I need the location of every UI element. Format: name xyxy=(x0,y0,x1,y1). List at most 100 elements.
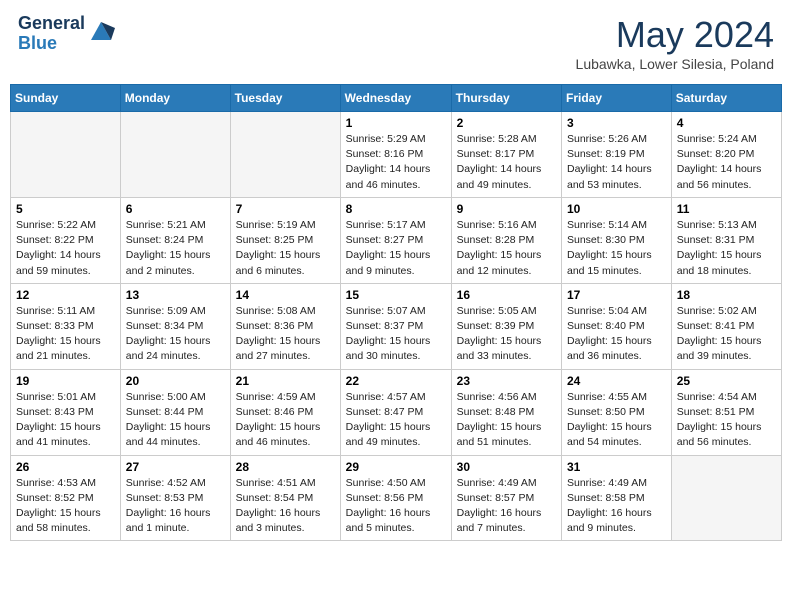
calendar-cell: 5 Sunrise: 5:22 AM Sunset: 8:22 PM Daylig… xyxy=(11,197,121,283)
day-info: Sunrise: 4:55 AM Sunset: 8:50 PM Dayligh… xyxy=(567,390,666,451)
day-info: Sunrise: 5:01 AM Sunset: 8:43 PM Dayligh… xyxy=(16,390,115,451)
day-info: Sunrise: 4:53 AM Sunset: 8:52 PM Dayligh… xyxy=(16,476,115,537)
calendar-cell: 6Sunrise: 5:21 AM Sunset: 8:24 PM Daylig… xyxy=(120,197,230,283)
day-number: 11 xyxy=(677,202,776,216)
calendar-cell xyxy=(11,112,121,198)
calendar-cell xyxy=(230,112,340,198)
day-info: Sunrise: 5:14 AM Sunset: 8:30 PM Dayligh… xyxy=(567,218,666,279)
day-number: 14 xyxy=(236,288,335,302)
calendar-cell: 30 Sunrise: 4:49 AM Sunset: 8:57 PM Dayli… xyxy=(451,455,561,541)
day-info: Sunrise: 4:49 AM Sunset: 8:57 PM Dayligh… xyxy=(457,476,556,537)
calendar-cell: 12 Sunrise: 5:11 AM Sunset: 8:33 PM Dayli… xyxy=(11,283,121,369)
calendar-cell: 3Sunrise: 5:26 AM Sunset: 8:19 PM Daylig… xyxy=(562,112,672,198)
day-number: 19 xyxy=(16,374,115,388)
day-info: Sunrise: 5:09 AM Sunset: 8:34 PM Dayligh… xyxy=(126,304,225,365)
page: General Blue May 2024 Lubawka, Lower Sil… xyxy=(0,0,792,551)
calendar-cell: 1Sunrise: 5:29 AM Sunset: 8:16 PM Daylig… xyxy=(340,112,451,198)
day-info: Sunrise: 5:19 AM Sunset: 8:25 PM Dayligh… xyxy=(236,218,335,279)
day-info: Sunrise: 4:54 AM Sunset: 8:51 PM Dayligh… xyxy=(677,390,776,451)
day-info: Sunrise: 5:05 AM Sunset: 8:39 PM Dayligh… xyxy=(457,304,556,365)
day-number: 30 xyxy=(457,460,556,474)
logo-general: General xyxy=(18,14,85,34)
day-info: Sunrise: 4:56 AM Sunset: 8:48 PM Dayligh… xyxy=(457,390,556,451)
logo-icon xyxy=(87,18,115,46)
day-number: 2 xyxy=(457,116,556,130)
day-info: Sunrise: 5:00 AM Sunset: 8:44 PM Dayligh… xyxy=(126,390,225,451)
calendar-cell: 11 Sunrise: 5:13 AM Sunset: 8:31 PM Dayli… xyxy=(671,197,781,283)
day-number: 18 xyxy=(677,288,776,302)
calendar-cell: 9Sunrise: 5:16 AM Sunset: 8:28 PM Daylig… xyxy=(451,197,561,283)
calendar-week-row: 1Sunrise: 5:29 AM Sunset: 8:16 PM Daylig… xyxy=(11,112,782,198)
calendar-week-row: 12 Sunrise: 5:11 AM Sunset: 8:33 PM Dayli… xyxy=(11,283,782,369)
calendar-cell: 8 Sunrise: 5:17 AM Sunset: 8:27 PM Daylig… xyxy=(340,197,451,283)
calendar-cell: 20 Sunrise: 5:00 AM Sunset: 8:44 PM Dayli… xyxy=(120,369,230,455)
calendar-cell xyxy=(671,455,781,541)
day-info: Sunrise: 5:22 AM Sunset: 8:22 PM Dayligh… xyxy=(16,218,115,279)
day-info: Sunrise: 5:02 AM Sunset: 8:41 PM Dayligh… xyxy=(677,304,776,365)
day-number: 5 xyxy=(16,202,115,216)
day-number: 15 xyxy=(346,288,446,302)
day-number: 23 xyxy=(457,374,556,388)
day-number: 8 xyxy=(346,202,446,216)
weekday-header: Tuesday xyxy=(230,85,340,112)
day-info: Sunrise: 4:59 AM Sunset: 8:46 PM Dayligh… xyxy=(236,390,335,451)
day-number: 28 xyxy=(236,460,335,474)
day-info: Sunrise: 4:50 AM Sunset: 8:56 PM Dayligh… xyxy=(346,476,446,537)
calendar-table: SundayMondayTuesdayWednesdayThursdayFrid… xyxy=(10,84,782,541)
calendar-cell: 15Sunrise: 5:07 AM Sunset: 8:37 PM Dayli… xyxy=(340,283,451,369)
day-number: 26 xyxy=(16,460,115,474)
calendar-cell: 7Sunrise: 5:19 AM Sunset: 8:25 PM Daylig… xyxy=(230,197,340,283)
day-number: 6 xyxy=(126,202,225,216)
day-number: 21 xyxy=(236,374,335,388)
calendar-cell: 17 Sunrise: 5:04 AM Sunset: 8:40 PM Dayli… xyxy=(562,283,672,369)
calendar-cell: 28 Sunrise: 4:51 AM Sunset: 8:54 PM Dayli… xyxy=(230,455,340,541)
calendar-cell: 19 Sunrise: 5:01 AM Sunset: 8:43 PM Dayli… xyxy=(11,369,121,455)
calendar-cell: 2 Sunrise: 5:28 AM Sunset: 8:17 PM Daylig… xyxy=(451,112,561,198)
day-number: 16 xyxy=(457,288,556,302)
day-info: Sunrise: 5:24 AM Sunset: 8:20 PM Dayligh… xyxy=(677,132,776,193)
day-number: 3 xyxy=(567,116,666,130)
calendar-cell: 27Sunrise: 4:52 AM Sunset: 8:53 PM Dayli… xyxy=(120,455,230,541)
day-number: 25 xyxy=(677,374,776,388)
weekday-header: Thursday xyxy=(451,85,561,112)
day-info: Sunrise: 5:11 AM Sunset: 8:33 PM Dayligh… xyxy=(16,304,115,365)
day-info: Sunrise: 5:13 AM Sunset: 8:31 PM Dayligh… xyxy=(677,218,776,279)
day-number: 27 xyxy=(126,460,225,474)
calendar-cell: 24 Sunrise: 4:55 AM Sunset: 8:50 PM Dayli… xyxy=(562,369,672,455)
weekday-header-row: SundayMondayTuesdayWednesdayThursdayFrid… xyxy=(11,85,782,112)
day-number: 4 xyxy=(677,116,776,130)
logo: General Blue xyxy=(18,14,115,54)
day-info: Sunrise: 4:51 AM Sunset: 8:54 PM Dayligh… xyxy=(236,476,335,537)
day-info: Sunrise: 5:29 AM Sunset: 8:16 PM Dayligh… xyxy=(346,132,446,193)
calendar-cell: 21 Sunrise: 4:59 AM Sunset: 8:46 PM Dayli… xyxy=(230,369,340,455)
calendar-cell: 4 Sunrise: 5:24 AM Sunset: 8:20 PM Daylig… xyxy=(671,112,781,198)
calendar-week-row: 26 Sunrise: 4:53 AM Sunset: 8:52 PM Dayli… xyxy=(11,455,782,541)
calendar-cell: 22 Sunrise: 4:57 AM Sunset: 8:47 PM Dayli… xyxy=(340,369,451,455)
month-title: May 2024 xyxy=(576,14,774,56)
day-number: 20 xyxy=(126,374,225,388)
logo-blue: Blue xyxy=(18,34,85,54)
day-info: Sunrise: 4:49 AM Sunset: 8:58 PM Dayligh… xyxy=(567,476,666,537)
day-number: 31 xyxy=(567,460,666,474)
day-number: 12 xyxy=(16,288,115,302)
calendar-cell: 14 Sunrise: 5:08 AM Sunset: 8:36 PM Dayli… xyxy=(230,283,340,369)
logo-text: General Blue xyxy=(18,14,85,54)
day-number: 24 xyxy=(567,374,666,388)
weekday-header: Sunday xyxy=(11,85,121,112)
day-info: Sunrise: 5:04 AM Sunset: 8:40 PM Dayligh… xyxy=(567,304,666,365)
day-info: Sunrise: 4:57 AM Sunset: 8:47 PM Dayligh… xyxy=(346,390,446,451)
day-number: 22 xyxy=(346,374,446,388)
calendar-cell: 18 Sunrise: 5:02 AM Sunset: 8:41 PM Dayli… xyxy=(671,283,781,369)
weekday-header: Friday xyxy=(562,85,672,112)
calendar-cell: 23 Sunrise: 4:56 AM Sunset: 8:48 PM Dayli… xyxy=(451,369,561,455)
weekday-header: Monday xyxy=(120,85,230,112)
calendar-cell: 10Sunrise: 5:14 AM Sunset: 8:30 PM Dayli… xyxy=(562,197,672,283)
day-info: Sunrise: 5:08 AM Sunset: 8:36 PM Dayligh… xyxy=(236,304,335,365)
location: Lubawka, Lower Silesia, Poland xyxy=(576,56,774,72)
calendar-cell: 13Sunrise: 5:09 AM Sunset: 8:34 PM Dayli… xyxy=(120,283,230,369)
day-info: Sunrise: 5:17 AM Sunset: 8:27 PM Dayligh… xyxy=(346,218,446,279)
day-number: 17 xyxy=(567,288,666,302)
calendar-cell: 25 Sunrise: 4:54 AM Sunset: 8:51 PM Dayli… xyxy=(671,369,781,455)
calendar-cell: 31 Sunrise: 4:49 AM Sunset: 8:58 PM Dayli… xyxy=(562,455,672,541)
day-info: Sunrise: 5:28 AM Sunset: 8:17 PM Dayligh… xyxy=(457,132,556,193)
